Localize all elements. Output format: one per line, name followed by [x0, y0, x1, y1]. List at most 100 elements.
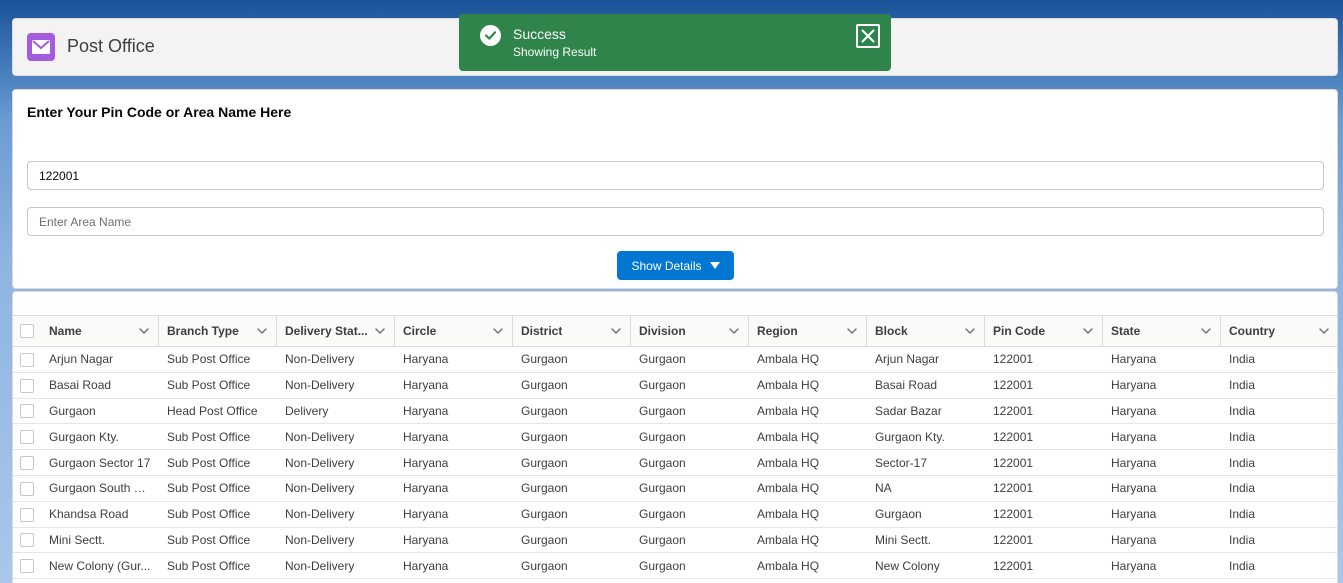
table-cell: 122001: [985, 346, 1103, 373]
column-header[interactable]: Pin Code: [985, 315, 1103, 347]
column-header[interactable]: State: [1103, 315, 1221, 347]
table-cell: Gurgaon: [631, 423, 749, 451]
table-row[interactable]: Arjun Nagar Sub Post Office Non-Delivery Ha…: [13, 346, 1337, 373]
table-cell: Haryana: [395, 475, 513, 502]
table-cell: Non-Delivery: [277, 372, 395, 399]
table-cell: 122001: [985, 527, 1103, 554]
column-header-label: Block: [875, 324, 908, 338]
toast-close-button[interactable]: [856, 24, 880, 48]
table-cell: Ambala HQ: [749, 527, 867, 554]
row-checkbox[interactable]: [20, 559, 34, 574]
chevron-down-icon[interactable]: [1082, 325, 1094, 337]
table-cell: Gurgaon: [631, 346, 749, 373]
table-cell: Sub Post Office: [159, 552, 277, 580]
row-select-cell: [13, 346, 41, 373]
row-select-cell: [13, 552, 41, 580]
table-cell: Ambala HQ: [749, 449, 867, 476]
chevron-down-icon[interactable]: [1200, 325, 1212, 337]
table-cell: Delivery: [277, 398, 395, 425]
column-header[interactable]: Branch Type: [159, 315, 277, 347]
table-cell: Gurgaon: [631, 527, 749, 554]
column-header-label: Delivery Stat...: [285, 324, 368, 338]
show-details-button[interactable]: Show Details: [617, 251, 734, 280]
table-cell: Haryana: [1103, 346, 1221, 373]
table-cell: Gurgaon: [631, 449, 749, 476]
table-header-row: Name Branch Type Delivery Stat... Circle Dis…: [13, 315, 1337, 347]
envelope-icon: [27, 33, 55, 61]
table-cell: Gurgaon: [513, 372, 631, 399]
chevron-down-icon[interactable]: [256, 325, 268, 337]
page-title: Post Office: [67, 36, 155, 56]
column-header[interactable]: District: [513, 315, 631, 347]
table-cell: 122001: [985, 449, 1103, 476]
chevron-down-icon[interactable]: [138, 325, 150, 337]
column-header-label: State: [1111, 324, 1141, 338]
table-cell: Sadar Bazar: [867, 398, 985, 425]
column-header[interactable]: Name: [41, 315, 159, 347]
select-all-checkbox[interactable]: [20, 324, 34, 338]
show-details-label: Show Details: [631, 258, 702, 273]
chevron-down-icon[interactable]: [728, 325, 740, 337]
table-cell: India: [1221, 527, 1337, 554]
table-cell: Haryana: [395, 527, 513, 554]
row-checkbox[interactable]: [20, 481, 34, 496]
table-cell: Gurgaon Kty.: [41, 423, 159, 451]
table-row[interactable]: Gurgaon Kty. Sub Post Office Non-Delivery H…: [13, 423, 1337, 451]
column-header-label: Circle: [403, 324, 437, 338]
table-cell: Gurgaon: [631, 475, 749, 502]
table-cell: Gurgaon: [513, 552, 631, 580]
chevron-down-icon[interactable]: [374, 325, 386, 337]
table-cell: Basai Road: [867, 372, 985, 399]
row-select-cell: [13, 501, 41, 528]
column-header[interactable]: Division: [631, 315, 749, 347]
table-cell: Gurgaon: [631, 372, 749, 399]
column-header[interactable]: Block: [867, 315, 985, 347]
table-row[interactable]: Gurgaon South Ci... Sub Post Office Non-De…: [13, 475, 1337, 502]
table-row[interactable]: New Colony (Gur... Sub Post Office Non-Del…: [13, 552, 1337, 580]
row-select-cell: [13, 449, 41, 476]
row-checkbox[interactable]: [20, 430, 34, 445]
row-checkbox[interactable]: [20, 507, 34, 522]
row-select-cell: [13, 398, 41, 425]
results-table: Name Branch Type Delivery Stat... Circle Dis…: [13, 315, 1337, 580]
chevron-down-icon[interactable]: [1318, 325, 1330, 337]
table-cell: Gurgaon: [513, 423, 631, 451]
chevron-down-icon[interactable]: [492, 325, 504, 337]
table-cell: Haryana: [395, 501, 513, 528]
table-row[interactable]: Khandsa Road Sub Post Office Non-Delivery H…: [13, 501, 1337, 528]
row-checkbox[interactable]: [20, 456, 34, 470]
table-cell: Sector-17: [867, 449, 985, 476]
table-row[interactable]: Basai Road Sub Post Office Non-Delivery Har…: [13, 372, 1337, 399]
chevron-down-icon[interactable]: [610, 325, 622, 337]
table-cell: India: [1221, 423, 1337, 451]
row-checkbox[interactable]: [20, 533, 34, 548]
table-cell: Non-Delivery: [277, 475, 395, 502]
column-header[interactable]: Region: [749, 315, 867, 347]
table-cell: Sub Post Office: [159, 346, 277, 373]
column-header[interactable]: Delivery Stat...: [277, 315, 395, 347]
row-checkbox[interactable]: [20, 378, 34, 393]
table-cell: Gurgaon Kty.: [867, 423, 985, 451]
table-cell: Non-Delivery: [277, 527, 395, 554]
row-checkbox[interactable]: [20, 352, 34, 367]
row-checkbox[interactable]: [20, 404, 34, 419]
column-header[interactable]: Circle: [395, 315, 513, 347]
table-row[interactable]: Gurgaon Sector 17 Sub Post Office Non-Deli…: [13, 449, 1337, 476]
pin-code-input[interactable]: [27, 161, 1324, 190]
chevron-down-icon[interactable]: [964, 325, 976, 337]
table-row[interactable]: Mini Sectt. Sub Post Office Non-Delivery Ha…: [13, 527, 1337, 554]
table-cell: Gurgaon Sector 17: [41, 449, 159, 476]
table-row[interactable]: Gurgaon Head Post Office Delivery Haryana Gu…: [13, 398, 1337, 425]
chevron-down-icon[interactable]: [846, 325, 858, 337]
table-cell: Haryana: [1103, 372, 1221, 399]
table-cell: Non-Delivery: [277, 346, 395, 373]
table-cell: 122001: [985, 552, 1103, 580]
search-card: Enter Your Pin Code or Area Name Here Sh…: [12, 89, 1338, 289]
column-header[interactable]: Country: [1221, 315, 1337, 347]
table-cell: 122001: [985, 372, 1103, 399]
toast-message: Showing Result: [513, 45, 597, 59]
table-cell: Gurgaon South Ci...: [41, 475, 159, 502]
table-cell: New Colony (Gur...: [41, 552, 159, 580]
area-name-input[interactable]: [27, 207, 1324, 236]
column-header-label: Branch Type: [167, 324, 239, 338]
